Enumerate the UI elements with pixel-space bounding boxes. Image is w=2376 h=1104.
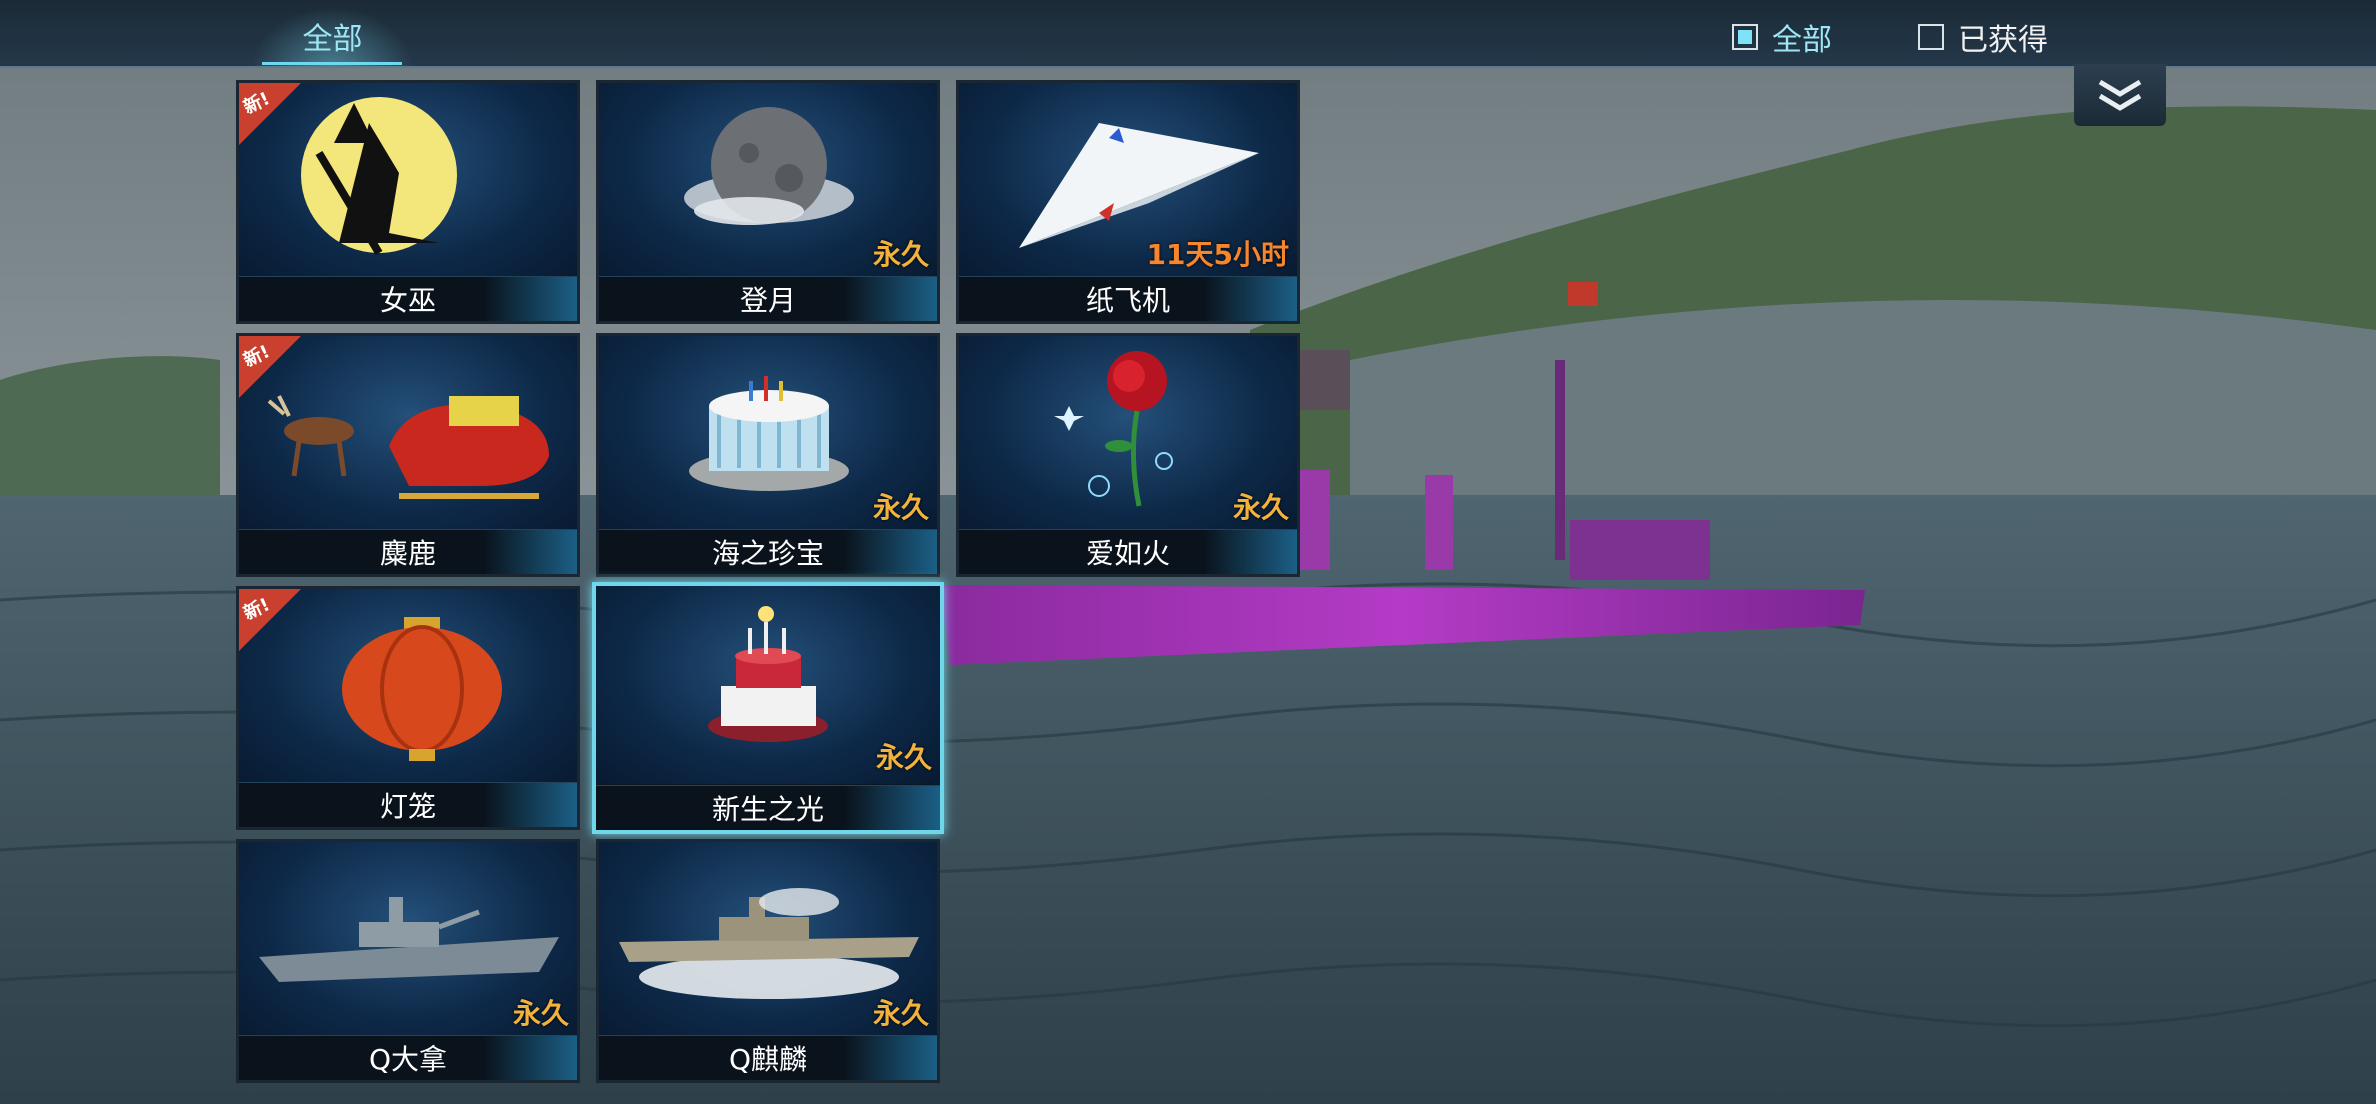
duration-label: 永久: [872, 997, 929, 1030]
item-card-q-dana[interactable]: 永久 Q大拿: [236, 839, 580, 1083]
filter-all-label: 全部: [1772, 23, 1832, 58]
item-name: 爱如火: [1085, 537, 1170, 570]
duration-label: 永久: [512, 997, 569, 1030]
tab-active-underline: [262, 62, 402, 65]
new-badge: 新!: [239, 83, 309, 153]
checkbox-checked-icon: [1732, 24, 1758, 50]
duration-label: 永久: [872, 238, 929, 271]
filter-owned-label: 已获得: [1958, 23, 2048, 58]
item-card-q-qilin[interactable]: 永久 Q麒麟: [596, 839, 940, 1083]
tab-all[interactable]: 全部: [250, 6, 415, 66]
duration-label: 永久: [875, 741, 932, 774]
filter-owned-checkbox[interactable]: 已获得: [1918, 20, 2048, 58]
duration-label: 永久: [1232, 491, 1289, 524]
new-badge: 新!: [239, 336, 309, 406]
item-name: 登月: [739, 284, 796, 317]
duration-label: 11天5小时: [1146, 238, 1289, 271]
item-name: 灯笼: [379, 790, 436, 823]
item-card-reindeer[interactable]: 新! 麋鹿: [236, 333, 580, 577]
double-chevron-down-icon: [2098, 79, 2142, 111]
tab-all-label: 全部: [302, 22, 363, 57]
item-name: Q大拿: [368, 1043, 448, 1076]
item-name: 新生之光: [711, 793, 824, 826]
item-name: 女巫: [379, 284, 436, 317]
duration-label: 永久: [872, 491, 929, 524]
item-name: 纸飞机: [1085, 284, 1170, 317]
checkbox-unchecked-icon: [1918, 24, 1944, 50]
item-card-lantern[interactable]: 新! 灯笼: [236, 586, 580, 830]
item-card-love-fire[interactable]: 永久 爱如火: [956, 333, 1300, 577]
item-card-witch[interactable]: 新! 女巫: [236, 80, 580, 324]
item-card-new-light[interactable]: 永久 新生之光: [592, 582, 944, 834]
filter-all-checkbox[interactable]: 全部: [1732, 20, 1832, 58]
new-badge: 新!: [239, 589, 309, 659]
item-name: 麋鹿: [379, 537, 436, 570]
collapse-button[interactable]: [2074, 64, 2166, 126]
item-name: 海之珍宝: [711, 537, 824, 570]
item-card-paper-plane[interactable]: 11天5小时 纸飞机: [956, 80, 1300, 324]
item-card-moon[interactable]: 永久 登月: [596, 80, 940, 324]
item-card-sea-treasure[interactable]: 永久 海之珍宝: [596, 333, 940, 577]
item-name: Q麒麟: [728, 1043, 808, 1076]
